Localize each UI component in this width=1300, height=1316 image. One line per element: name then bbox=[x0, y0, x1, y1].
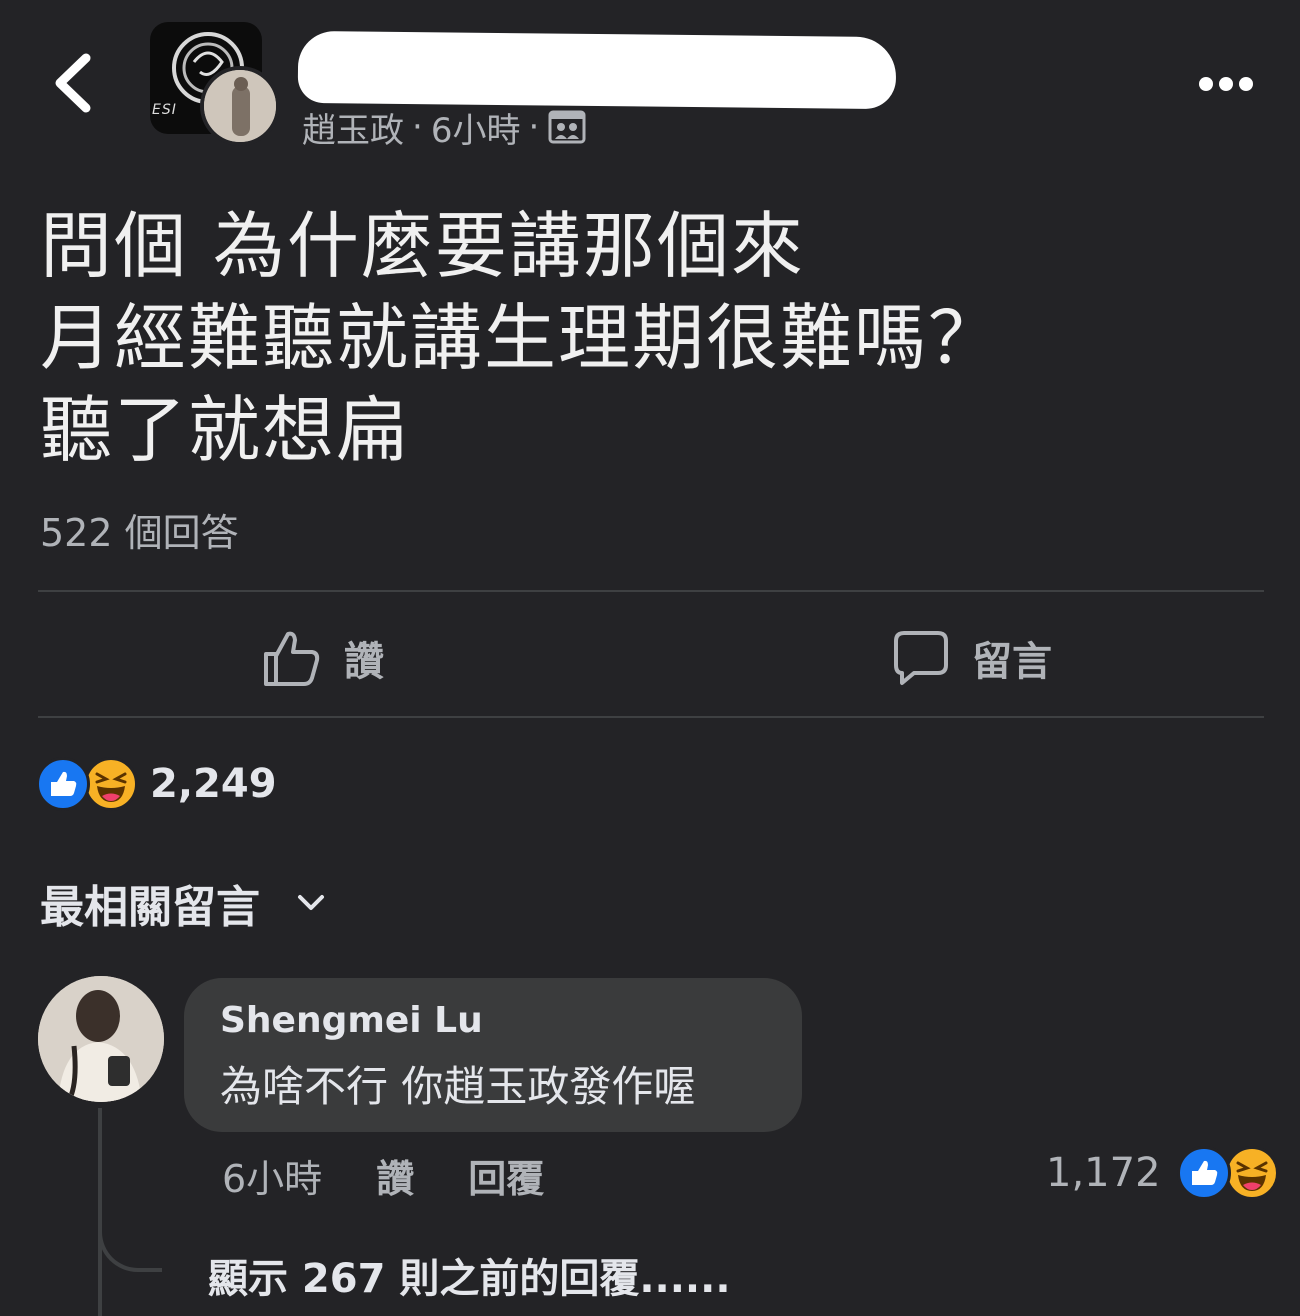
post-line: 月經難聽就講生理期很難嗎？ bbox=[40, 296, 1003, 380]
more-horizontal-icon bbox=[1199, 77, 1253, 91]
haha-reaction-icon bbox=[1224, 1146, 1279, 1200]
comment-button[interactable]: 留言 bbox=[892, 616, 1052, 700]
like-reaction-icon bbox=[36, 757, 90, 811]
thumbs-up-icon bbox=[264, 631, 320, 686]
reply-thread-connector bbox=[98, 1210, 162, 1272]
comment-actions: 6小時 讚 回覆 bbox=[222, 1148, 598, 1202]
commenter-avatar[interactable] bbox=[38, 976, 164, 1102]
chevron-down-icon bbox=[298, 895, 324, 910]
post-line: 聽了就想扁 bbox=[40, 388, 411, 472]
author-photo-icon bbox=[204, 70, 276, 142]
reaction-summary[interactable]: 2,249 bbox=[36, 752, 277, 816]
comment-like-button[interactable]: 讚 bbox=[376, 1148, 414, 1203]
commenter-photo-icon bbox=[38, 976, 164, 1102]
meta-separator: · bbox=[412, 107, 423, 147]
post-meta: 趙玉政 · 6小時 · bbox=[302, 103, 587, 152]
comment-bubble: Shengmei Lu 為啥不行 你趙玉政發作喔 bbox=[184, 978, 802, 1132]
view-previous-replies-link[interactable]: 顯示 267 則之前的回覆...... bbox=[208, 1246, 731, 1304]
comment-time[interactable]: 6小時 bbox=[222, 1148, 322, 1203]
comment-reaction-summary[interactable]: 1,172 bbox=[1046, 1144, 1279, 1202]
like-button[interactable]: 讚 bbox=[262, 616, 384, 700]
author-avatar[interactable] bbox=[200, 66, 280, 146]
redacted-group-name bbox=[297, 30, 897, 110]
more-options-button[interactable] bbox=[1196, 70, 1256, 98]
divider bbox=[38, 590, 1264, 592]
comment-label: 留言 bbox=[972, 639, 1052, 685]
comment-text: 為啥不行 你趙玉政發作喔 bbox=[220, 1062, 696, 1111]
post-author[interactable]: 趙玉政 bbox=[302, 103, 404, 152]
comment-sort-dropdown[interactable]: 最相關留言 bbox=[40, 872, 326, 934]
comment-reaction-count: 1,172 bbox=[1046, 1150, 1161, 1196]
chevron-left-icon bbox=[55, 53, 91, 113]
answers-count[interactable]: 522 個回答 bbox=[40, 502, 239, 557]
post-text: 問個 為什麼要講那個來 月經難聽就講生理期很難嗎？ 聽了就想扁 bbox=[40, 200, 1260, 476]
commenter-name[interactable]: Shengmei Lu bbox=[220, 1000, 766, 1041]
post-time[interactable]: 6小時 bbox=[431, 103, 521, 152]
divider bbox=[38, 716, 1264, 718]
reaction-count: 2,249 bbox=[150, 761, 277, 807]
comment-reply-button[interactable]: 回覆 bbox=[468, 1148, 544, 1203]
post-line: 問個 為什麼要講那個來 bbox=[40, 204, 805, 288]
like-label: 讚 bbox=[344, 639, 384, 685]
haha-reaction-icon bbox=[84, 757, 138, 811]
back-button[interactable] bbox=[48, 52, 98, 114]
group-members-icon bbox=[548, 110, 586, 144]
meta-separator: · bbox=[528, 107, 540, 147]
speech-bubble-icon bbox=[894, 631, 948, 685]
sort-label: 最相關留言 bbox=[40, 882, 260, 933]
like-reaction-icon bbox=[1176, 1146, 1231, 1200]
